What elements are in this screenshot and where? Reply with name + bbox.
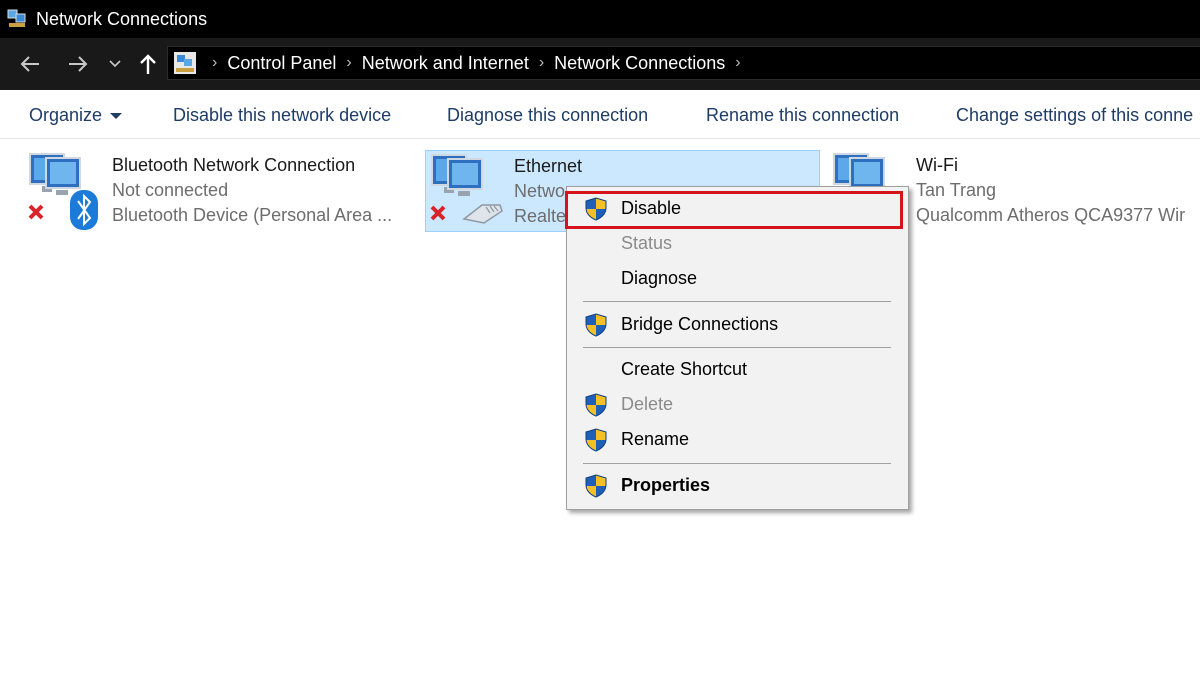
uac-shield-icon <box>585 428 607 452</box>
menu-item-rename[interactable]: Rename <box>567 422 908 456</box>
breadcrumb-separator: › <box>212 54 218 71</box>
menu-item-properties[interactable]: Properties <box>567 468 908 502</box>
address-row: › Control Panel › Network and Internet ›… <box>0 38 1200 90</box>
chevron-down-icon <box>109 60 121 68</box>
title-bar: Network Connections <box>0 0 1200 38</box>
menu-item-bridge-connections[interactable]: Bridge Connections <box>567 307 908 341</box>
rename-connection-button[interactable]: Rename this connection <box>706 105 899 126</box>
uac-shield-icon <box>585 313 607 337</box>
breadcrumb-separator[interactable]: › <box>735 54 740 72</box>
menu-item-label: Rename <box>621 429 690 449</box>
disable-device-button[interactable]: Disable this network device <box>173 105 391 126</box>
control-panel-icon <box>174 52 196 74</box>
breadcrumb-separator[interactable]: › <box>346 54 351 72</box>
connection-device: Qualcomm Atheros QCA9377 Wir <box>916 205 1186 225</box>
uac-shield-icon <box>585 474 607 498</box>
uac-shield-icon <box>585 393 607 417</box>
connection-device: Bluetooth Device (Personal Area ... <box>112 205 393 225</box>
menu-item-delete[interactable]: Delete <box>567 387 908 421</box>
breadcrumb-control-panel[interactable]: Control Panel <box>227 53 336 74</box>
network-connections-icon <box>7 9 26 27</box>
connection-status: Not connected <box>112 180 229 200</box>
connection-text: Bluetooth Network Connection Not connect… <box>112 153 392 228</box>
bluetooth-network-icon <box>28 153 98 230</box>
caret-down-icon <box>110 113 123 120</box>
arrow-up-icon <box>140 54 156 74</box>
up-button[interactable] <box>134 38 162 90</box>
window-title: Network Connections <box>36 8 208 29</box>
connection-text: Wi-Fi Tan Trang Qualcomm Atheros QCA9377… <box>916 153 1185 228</box>
organize-button[interactable]: Organize <box>29 105 123 126</box>
ethernet-network-icon <box>430 154 503 224</box>
menu-item-label: Status <box>621 233 673 253</box>
breadcrumb-network-connections[interactable]: Network Connections <box>554 53 725 74</box>
menu-item-label: Diagnose <box>621 268 698 288</box>
back-button[interactable] <box>14 38 46 90</box>
context-menu: Disable Status Diagnose Bridge Connectio… <box>565 186 909 510</box>
recent-locations-button[interactable] <box>104 38 126 90</box>
breadcrumb-separator[interactable]: › <box>539 54 544 72</box>
highlight-box <box>565 191 903 229</box>
connection-name: Bluetooth Network Connection <box>112 155 356 175</box>
diagnose-connection-button[interactable]: Diagnose this connection <box>447 105 648 126</box>
organize-label: Organize <box>29 105 103 125</box>
forward-button[interactable] <box>62 38 94 90</box>
change-settings-button[interactable]: Change settings of this conne <box>956 105 1193 126</box>
menu-separator <box>583 463 891 464</box>
menu-item-disable[interactable]: Disable <box>565 191 908 229</box>
menu-item-label: Properties <box>621 475 711 495</box>
command-bar: Organize Disable this network device Dia… <box>0 91 1200 139</box>
connection-name: Ethernet <box>514 156 583 176</box>
connection-name: Wi-Fi <box>916 155 958 175</box>
arrow-right-icon <box>69 56 88 72</box>
menu-separator <box>583 301 891 302</box>
arrow-left-icon <box>20 56 39 72</box>
menu-separator <box>583 347 891 348</box>
menu-item-label: Bridge Connections <box>621 314 779 334</box>
menu-item-label: Delete <box>621 394 674 414</box>
menu-item-label: Create Shortcut <box>621 359 748 379</box>
breadcrumb-network-and-internet[interactable]: Network and Internet <box>362 53 529 74</box>
menu-item-diagnose[interactable]: Diagnose <box>567 261 908 295</box>
menu-item-create-shortcut[interactable]: Create Shortcut <box>567 352 908 386</box>
connection-status: Tan Trang <box>916 180 997 200</box>
menu-item-status[interactable]: Status <box>567 226 908 260</box>
connection-item-bluetooth[interactable]: Bluetooth Network Connection Not connect… <box>24 150 414 232</box>
address-bar[interactable]: › Control Panel › Network and Internet ›… <box>167 46 1200 80</box>
